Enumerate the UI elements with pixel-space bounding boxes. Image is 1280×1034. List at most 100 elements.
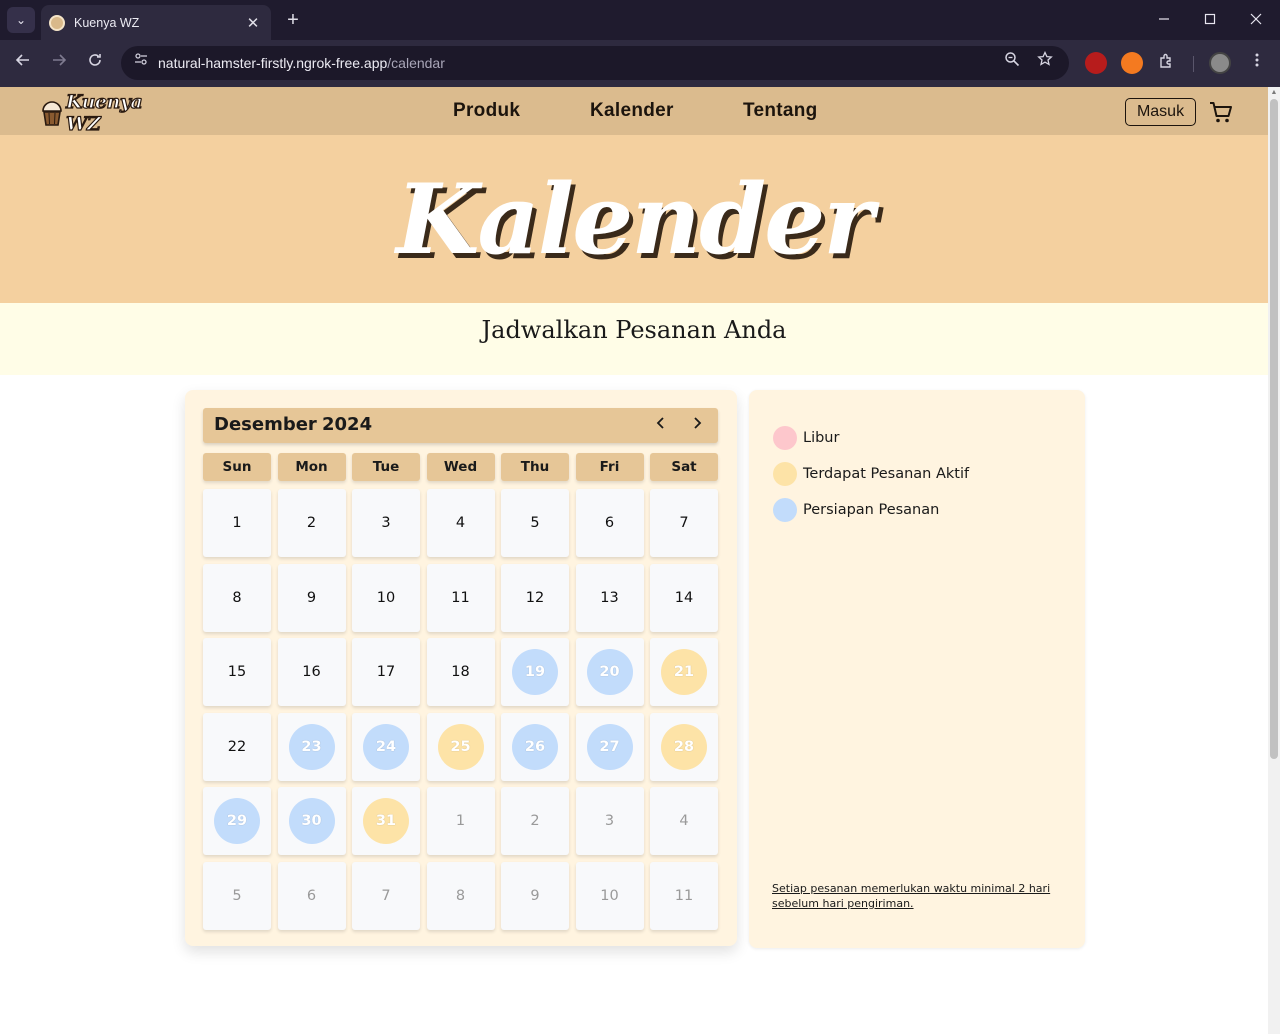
profile-avatar[interactable] [1209,52,1231,74]
day-number: 10 [600,888,619,904]
day-number: 27 [599,738,620,755]
reload-icon[interactable] [83,52,107,76]
day-cell[interactable]: 14 [650,563,718,632]
day-number: 7 [679,515,689,531]
day-cell-outside-month[interactable]: 8 [426,862,495,930]
maximize-icon[interactable] [1199,8,1221,32]
legend-swatch-holiday [773,426,797,450]
day-number: 11 [674,888,694,904]
nav-link-tentang[interactable]: Tentang [743,100,818,122]
day-cell[interactable]: 9 [277,563,346,632]
day-number: 30 [301,813,322,830]
ublock-extension-icon[interactable] [1085,52,1107,74]
browser-tab[interactable]: Kuenya WZ ✕ [41,5,271,40]
weekday-mon: Mon [277,453,346,481]
day-cell[interactable]: 27 [575,712,644,781]
weekday-wed: Wed [426,453,495,481]
chevron-left-icon[interactable] [650,414,672,436]
page-viewport: Kuenya WZ Produk Kalender Tentang Masuk … [0,87,1268,1034]
day-cell[interactable]: 5 [501,489,569,557]
day-cell[interactable]: 12 [501,563,569,632]
site-logo[interactable]: Kuenya WZ [40,90,170,136]
day-number: 22 [227,738,247,755]
minimize-icon[interactable] [1153,8,1175,32]
day-cell[interactable]: 1 [203,489,271,557]
scroll-up-icon[interactable]: ▲ [1270,89,1278,97]
day-cell[interactable]: 22 [203,712,271,781]
day-cell[interactable]: 21 [650,638,718,707]
site-settings-icon[interactable] [129,51,153,75]
day-cell-outside-month[interactable]: 5 [203,862,271,930]
day-cell-outside-month[interactable]: 9 [501,862,569,930]
tab-search-button[interactable]: ⌄ [7,7,35,33]
day-cell[interactable]: 28 [650,712,718,781]
day-cell[interactable]: 15 [203,638,271,707]
day-cell[interactable]: 10 [352,563,420,632]
kebab-menu-icon[interactable] [1245,52,1269,76]
cart-icon[interactable] [1208,99,1234,125]
address-bar[interactable]: natural-hamster-firstly.ngrok-free.app/c… [121,46,1069,80]
day-cell[interactable]: 8 [203,563,271,632]
day-cell[interactable]: 13 [575,563,644,632]
day-cell-outside-month[interactable]: 2 [501,787,569,856]
favicon-icon [49,14,65,31]
day-number: 31 [375,813,397,830]
day-number: 2 [530,813,540,830]
back-icon[interactable] [11,52,35,76]
day-cell[interactable]: 6 [575,489,644,557]
calendar-header: Desember 2024 [203,408,718,443]
day-number: 6 [306,888,317,904]
subtitle-band: Jadwalkan Pesanan Anda [0,303,1268,375]
login-button[interactable]: Masuk [1125,98,1196,126]
day-cell-outside-month[interactable]: 4 [650,787,718,856]
url-path: /calendar [387,55,445,71]
day-cell[interactable]: 25 [426,712,495,781]
day-number: 29 [226,813,248,830]
day-cell[interactable]: 31 [352,787,420,856]
day-cell-outside-month[interactable]: 10 [575,862,644,930]
url-text: natural-hamster-firstly.ngrok-free.app/c… [158,55,445,71]
day-cell[interactable]: 29 [203,787,271,856]
day-cell-outside-month[interactable]: 1 [426,787,495,856]
legend-item-order-prep: Persiapan Pesanan [773,498,939,522]
day-cell[interactable]: 24 [352,712,420,781]
page-title: Kalender [396,163,874,276]
day-number: 14 [674,589,694,606]
day-number: 28 [673,738,695,755]
page-scrollbar[interactable]: ▲ [1268,87,1280,1034]
day-cell[interactable]: 4 [426,489,495,557]
zoom-icon[interactable] [1000,51,1024,75]
day-number: 4 [679,813,689,830]
day-cell[interactable]: 26 [501,712,569,781]
day-cell-outside-month[interactable]: 3 [575,787,644,856]
day-number: 6 [604,515,615,531]
puzzle-icon[interactable] [1155,52,1179,76]
day-cell[interactable]: 23 [277,712,346,781]
day-cell-outside-month[interactable]: 7 [352,862,420,930]
day-cell-outside-month[interactable]: 6 [277,862,346,930]
scrollbar-thumb[interactable] [1270,99,1278,759]
forward-icon[interactable] [47,52,71,76]
day-cell[interactable]: 7 [650,489,718,557]
day-number: 20 [599,664,620,681]
day-cell[interactable]: 20 [575,638,644,707]
day-cell[interactable]: 18 [426,638,495,707]
day-cell-outside-month[interactable]: 11 [650,862,718,930]
day-cell[interactable]: 3 [352,489,420,557]
chevron-right-icon[interactable] [686,414,708,436]
day-cell[interactable]: 30 [277,787,346,856]
new-tab-button[interactable]: + [283,8,303,32]
day-cell[interactable]: 11 [426,563,495,632]
day-number: 8 [232,589,242,606]
nav-link-produk[interactable]: Produk [453,100,520,122]
star-icon[interactable] [1033,50,1057,75]
day-cell[interactable]: 19 [501,638,569,707]
close-tab-icon[interactable]: ✕ [245,14,261,32]
day-cell[interactable]: 2 [277,489,346,557]
day-cell[interactable]: 16 [277,638,346,707]
nav-link-kalender[interactable]: Kalender [590,100,674,122]
day-cell[interactable]: 17 [352,638,420,707]
day-number: 1 [232,515,242,531]
close-window-icon[interactable] [1245,8,1267,32]
extension-icon[interactable] [1121,52,1143,74]
